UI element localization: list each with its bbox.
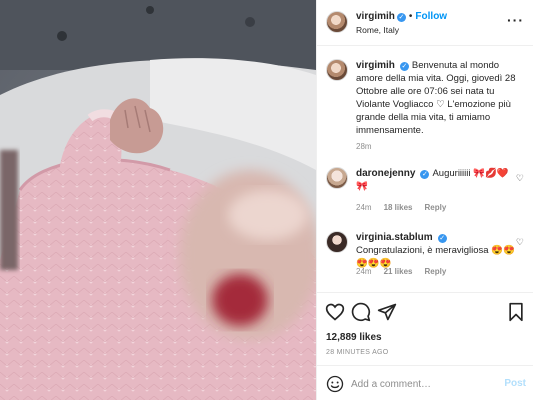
caption-text: Benvenuta al mondo amore della mia vita.… <box>356 60 516 136</box>
author-row: virgimih ✓ • Follow <box>356 11 447 22</box>
post-actions: 12,889 likes 28 MINUTES AGO Post <box>317 292 533 400</box>
comment-icon[interactable] <box>351 302 371 322</box>
reply-button[interactable]: Reply <box>424 267 446 276</box>
comment-text: Auguriiiiii <box>432 168 471 179</box>
caption-meta: 28m <box>356 142 384 151</box>
more-options-icon[interactable]: ··· <box>507 12 524 28</box>
post-side-panel: virgimih ✓ • Follow Rome, Italy ··· virgimi… <box>316 0 533 400</box>
likes-count[interactable]: 12,889 likes <box>326 332 382 343</box>
newborn-baby-photo <box>0 0 316 400</box>
commenter-avatar[interactable] <box>326 167 348 189</box>
post-comment-button[interactable]: Post <box>504 378 526 389</box>
comment-time[interactable]: 24m <box>356 267 372 276</box>
paper-plane-icon[interactable] <box>377 302 397 322</box>
comment-text: Congratulazioni, è meravigliosa <box>356 245 489 256</box>
caption-username[interactable]: virgimih <box>356 60 395 71</box>
comment-text-block: virginia.stablum ✓ Congratulazioni, è mera… <box>356 231 516 270</box>
heart-icon[interactable] <box>325 302 345 322</box>
caption-text-block: virgimih ✓ Benvenuta al mondo amore della … <box>356 59 526 137</box>
add-comment-bar: Post <box>317 365 533 400</box>
comment-item: daronejenny ✓ Auguriiiiii 🎀💋❤️🎀 ♡ 24m 18 li… <box>326 155 526 215</box>
comment-text-block: daronejenny ✓ Auguriiiiii 🎀💋❤️🎀 <box>356 167 516 193</box>
author-avatar[interactable] <box>326 11 348 33</box>
commenter-avatar[interactable] <box>326 231 348 253</box>
comment-likes[interactable]: 21 likes <box>384 267 413 276</box>
verified-badge-icon: ✓ <box>396 13 406 22</box>
comments-list[interactable]: virgimih ✓ Benvenuta al mondo amore della … <box>317 47 533 290</box>
comment-time[interactable]: 24m <box>356 203 372 212</box>
smiley-icon[interactable] <box>326 375 344 393</box>
post-header: virgimih ✓ • Follow Rome, Italy ··· <box>317 0 533 46</box>
comment-like-heart-icon[interactable]: ♡ <box>516 237 524 248</box>
verified-badge-icon: ✓ <box>420 170 430 179</box>
follow-button[interactable]: Follow <box>415 11 447 22</box>
post-timestamp[interactable]: 28 MINUTES AGO <box>326 349 389 356</box>
reply-button[interactable]: Reply <box>424 203 446 212</box>
comment-likes[interactable]: 18 likes <box>384 203 413 212</box>
caption-time[interactable]: 28m <box>356 142 372 151</box>
verified-badge-icon: ✓ <box>437 234 447 243</box>
comment-meta: 24m 21 likes Reply <box>356 267 458 276</box>
caption-item: virgimih ✓ Benvenuta al mondo amore della … <box>326 47 526 157</box>
comment-like-heart-icon[interactable]: ♡ <box>516 173 524 184</box>
caption-avatar[interactable] <box>326 59 348 81</box>
separator: • <box>408 11 413 22</box>
author-username[interactable]: virgimih <box>356 11 395 22</box>
verified-badge-icon: ✓ <box>399 62 409 71</box>
commenter-username[interactable]: daronejenny <box>356 168 415 179</box>
post-photo[interactable] <box>0 0 316 400</box>
add-comment-input[interactable] <box>351 375 491 393</box>
post-location[interactable]: Rome, Italy <box>356 25 399 35</box>
comment-item: virginia.stablum ✓ Congratulazioni, è mera… <box>326 219 526 279</box>
comment-meta: 24m 18 likes Reply <box>356 203 458 212</box>
bookmark-icon[interactable] <box>506 302 526 322</box>
commenter-username[interactable]: virginia.stablum <box>356 232 433 243</box>
